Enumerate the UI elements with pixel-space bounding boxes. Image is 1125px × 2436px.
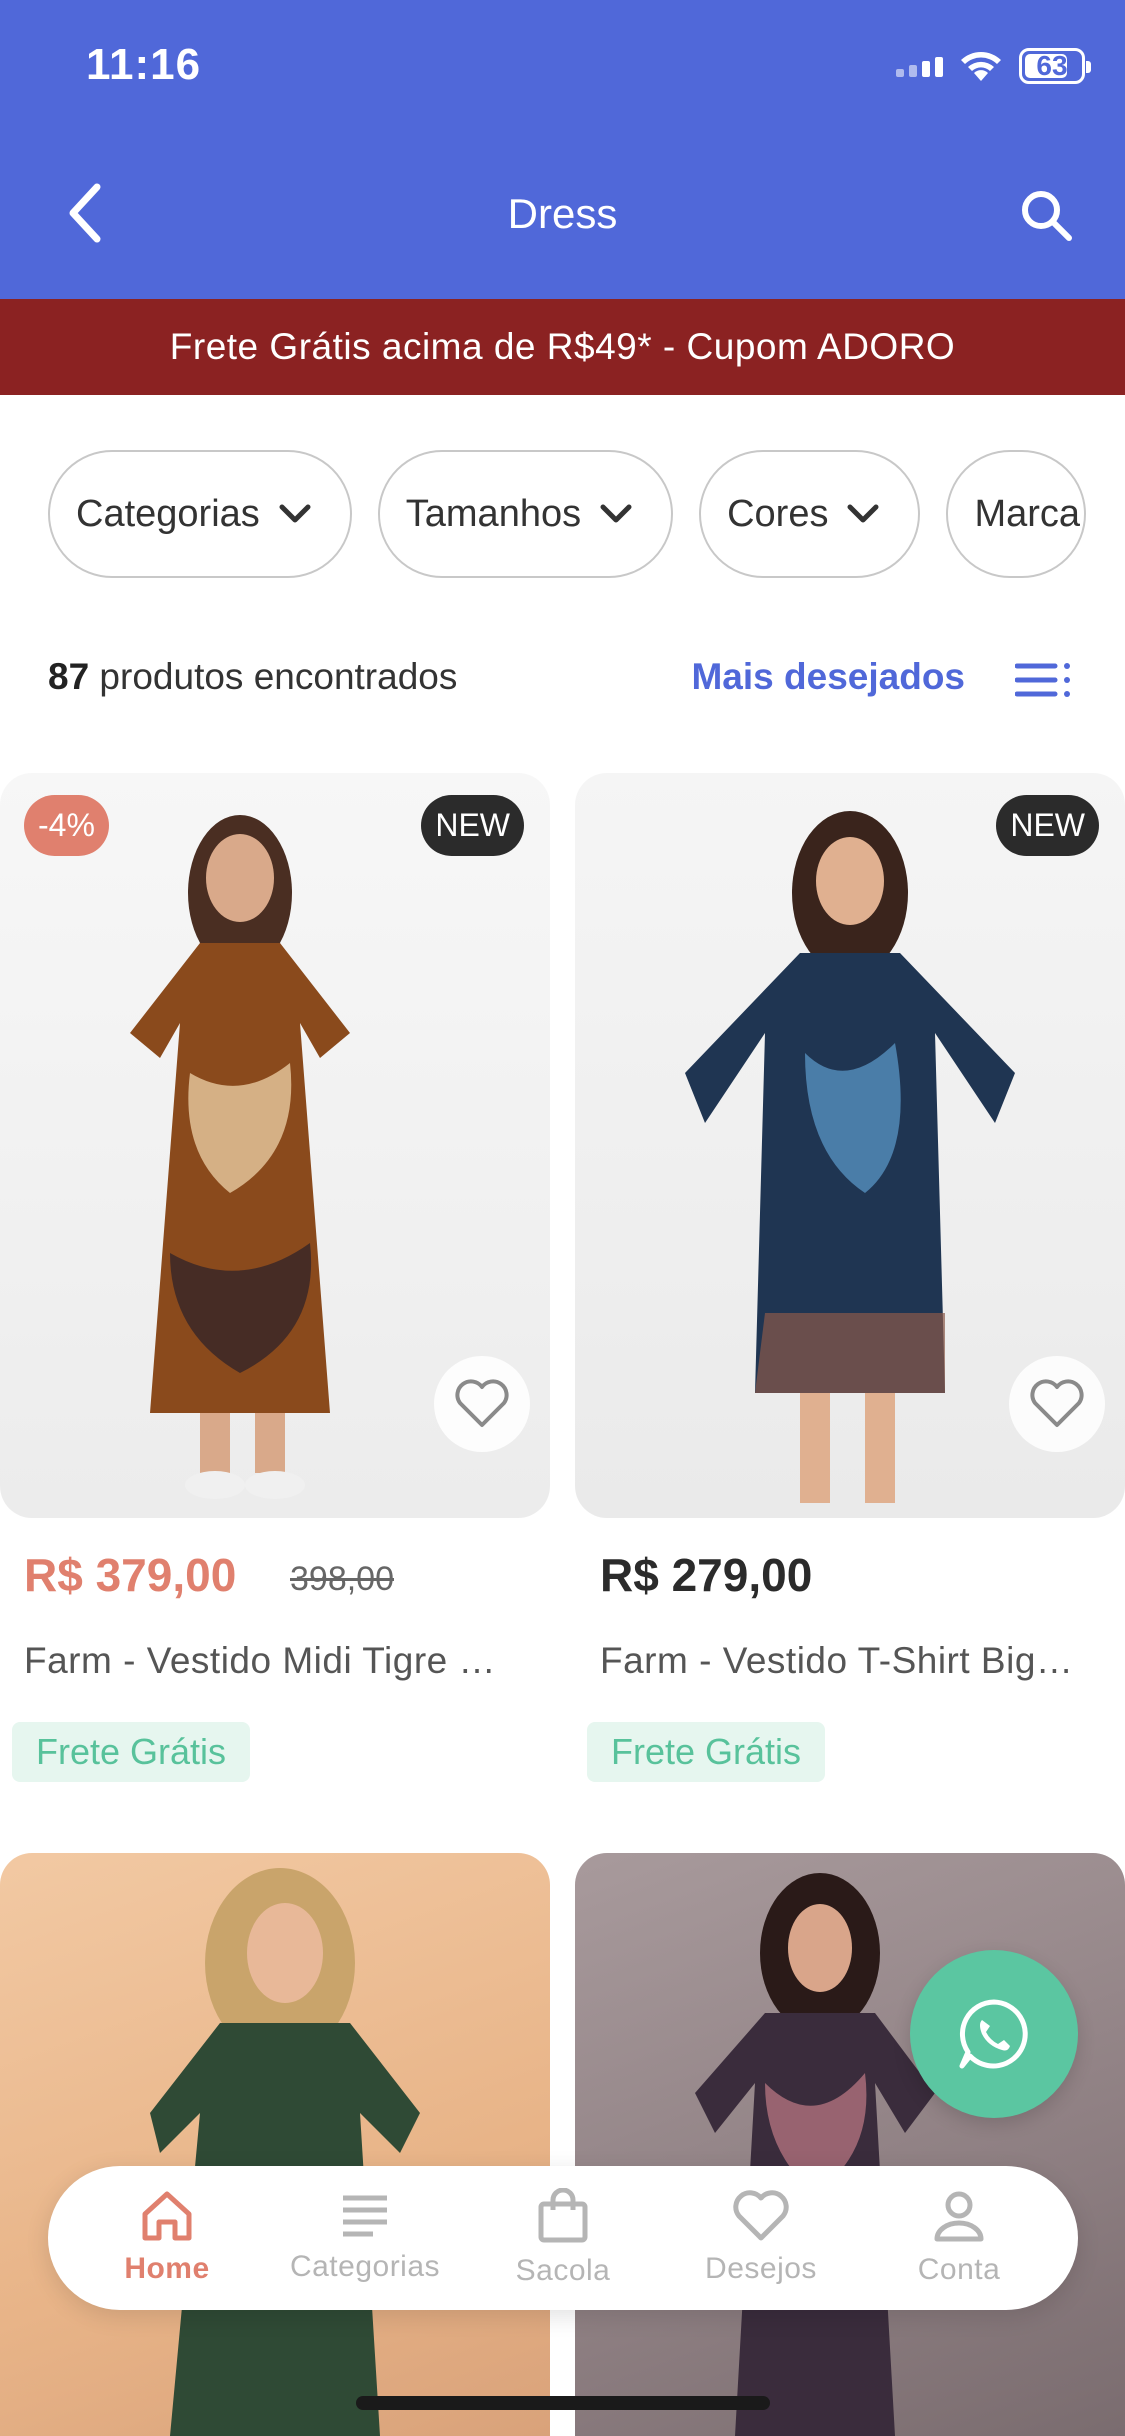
menu-lines-icon [343, 2195, 387, 2237]
heart-icon [733, 2190, 789, 2241]
filter-label: Categorias [76, 492, 260, 535]
view-toggle-button[interactable] [1014, 660, 1073, 705]
nav-home[interactable]: Home [72, 2190, 262, 2286]
page-title: Dress [507, 190, 618, 237]
favorite-button[interactable] [434, 1356, 530, 1452]
nav-label: Conta [917, 2253, 1001, 2286]
promo-banner[interactable]: Frete Grátis acima de R$49* - Cupom ADOR… [0, 299, 1125, 395]
nav-categorias[interactable]: Categorias [270, 2192, 460, 2284]
chevron-down-icon [279, 504, 311, 523]
heart-icon [455, 1379, 509, 1427]
product-price: R$ 279,00 [600, 1549, 813, 1601]
user-icon [934, 2191, 984, 2242]
nav-label: Desejos [705, 2252, 817, 2285]
nav-conta[interactable]: Conta [864, 2189, 1054, 2287]
results-number: 87 [48, 656, 90, 697]
nav-label: Sacola [515, 2254, 611, 2287]
filter-cores[interactable]: Cores [699, 450, 921, 578]
nav-label: Home [124, 2252, 210, 2285]
product-name[interactable]: Farm - Vestido Midi Tigre … [24, 1640, 544, 1682]
filter-label: Tamanhos [405, 492, 582, 535]
filter-label: Marca [974, 492, 1081, 535]
promo-text: Frete Grátis acima de R$49* - Cupom ADOR… [169, 326, 956, 367]
whatsapp-icon [959, 1999, 1028, 2069]
product-image[interactable]: NEW [575, 773, 1125, 1518]
product-image[interactable]: -4% NEW [0, 773, 550, 1518]
nav-desejos[interactable]: Desejos [666, 2190, 856, 2286]
battery-level: 63 [1036, 50, 1068, 81]
dress-photo-3 [150, 1868, 420, 2436]
whatsapp-button[interactable] [910, 1950, 1078, 2118]
filter-categorias[interactable]: Categorias [48, 450, 352, 578]
search-button[interactable] [1011, 180, 1081, 250]
home-indicator [356, 2396, 770, 2410]
favorite-button[interactable] [1009, 1356, 1105, 1452]
product-price: R$ 379,00 [24, 1549, 237, 1601]
product-name[interactable]: Farm - Vestido T-Shirt Big… [600, 1640, 1120, 1682]
dress-photo-4 [695, 1873, 935, 2436]
status-icons: 63 [896, 48, 1091, 84]
battery-icon: 63 [1019, 48, 1091, 84]
filter-bar: Categorias Tamanhos Cores Marca [48, 450, 1087, 578]
cellular-signal-icon [896, 55, 943, 77]
filter-label: Cores [727, 492, 829, 535]
sort-button[interactable]: Mais desejados [691, 656, 965, 698]
nav-label: Categorias [289, 2250, 441, 2283]
list-view-icon [1014, 663, 1070, 697]
search-icon [1022, 191, 1072, 241]
filter-tamanhos[interactable]: Tamanhos [377, 450, 674, 578]
results-text: produtos encontrados [89, 656, 458, 697]
shopping-bag-icon [538, 2188, 588, 2243]
app-header: 11:16 63 Dress [0, 0, 1125, 299]
new-badge: NEW [421, 795, 524, 856]
status-time: 11:16 [86, 40, 202, 89]
free-shipping-badge: Frete Grátis [12, 1722, 251, 1782]
product-image[interactable] [0, 1853, 550, 2436]
bottom-nav: Home Categorias Sacola Desejos Conta [48, 2166, 1078, 2310]
product-image[interactable] [575, 1853, 1125, 2436]
free-shipping-badge: Frete Grátis [587, 1722, 826, 1782]
filter-marca[interactable]: Marca [946, 450, 1087, 578]
chevron-down-icon [600, 504, 632, 523]
discount-badge: -4% [24, 795, 109, 856]
results-count: 87 produtos encontrados [48, 656, 457, 698]
wifi-icon [961, 52, 1001, 81]
nav-sacola[interactable]: Sacola [468, 2188, 658, 2288]
home-icon [142, 2191, 192, 2241]
chevron-down-icon [847, 504, 879, 523]
product-old-price: 398,00 [290, 1560, 394, 1598]
heart-icon [1030, 1379, 1084, 1427]
new-badge: NEW [996, 795, 1099, 856]
